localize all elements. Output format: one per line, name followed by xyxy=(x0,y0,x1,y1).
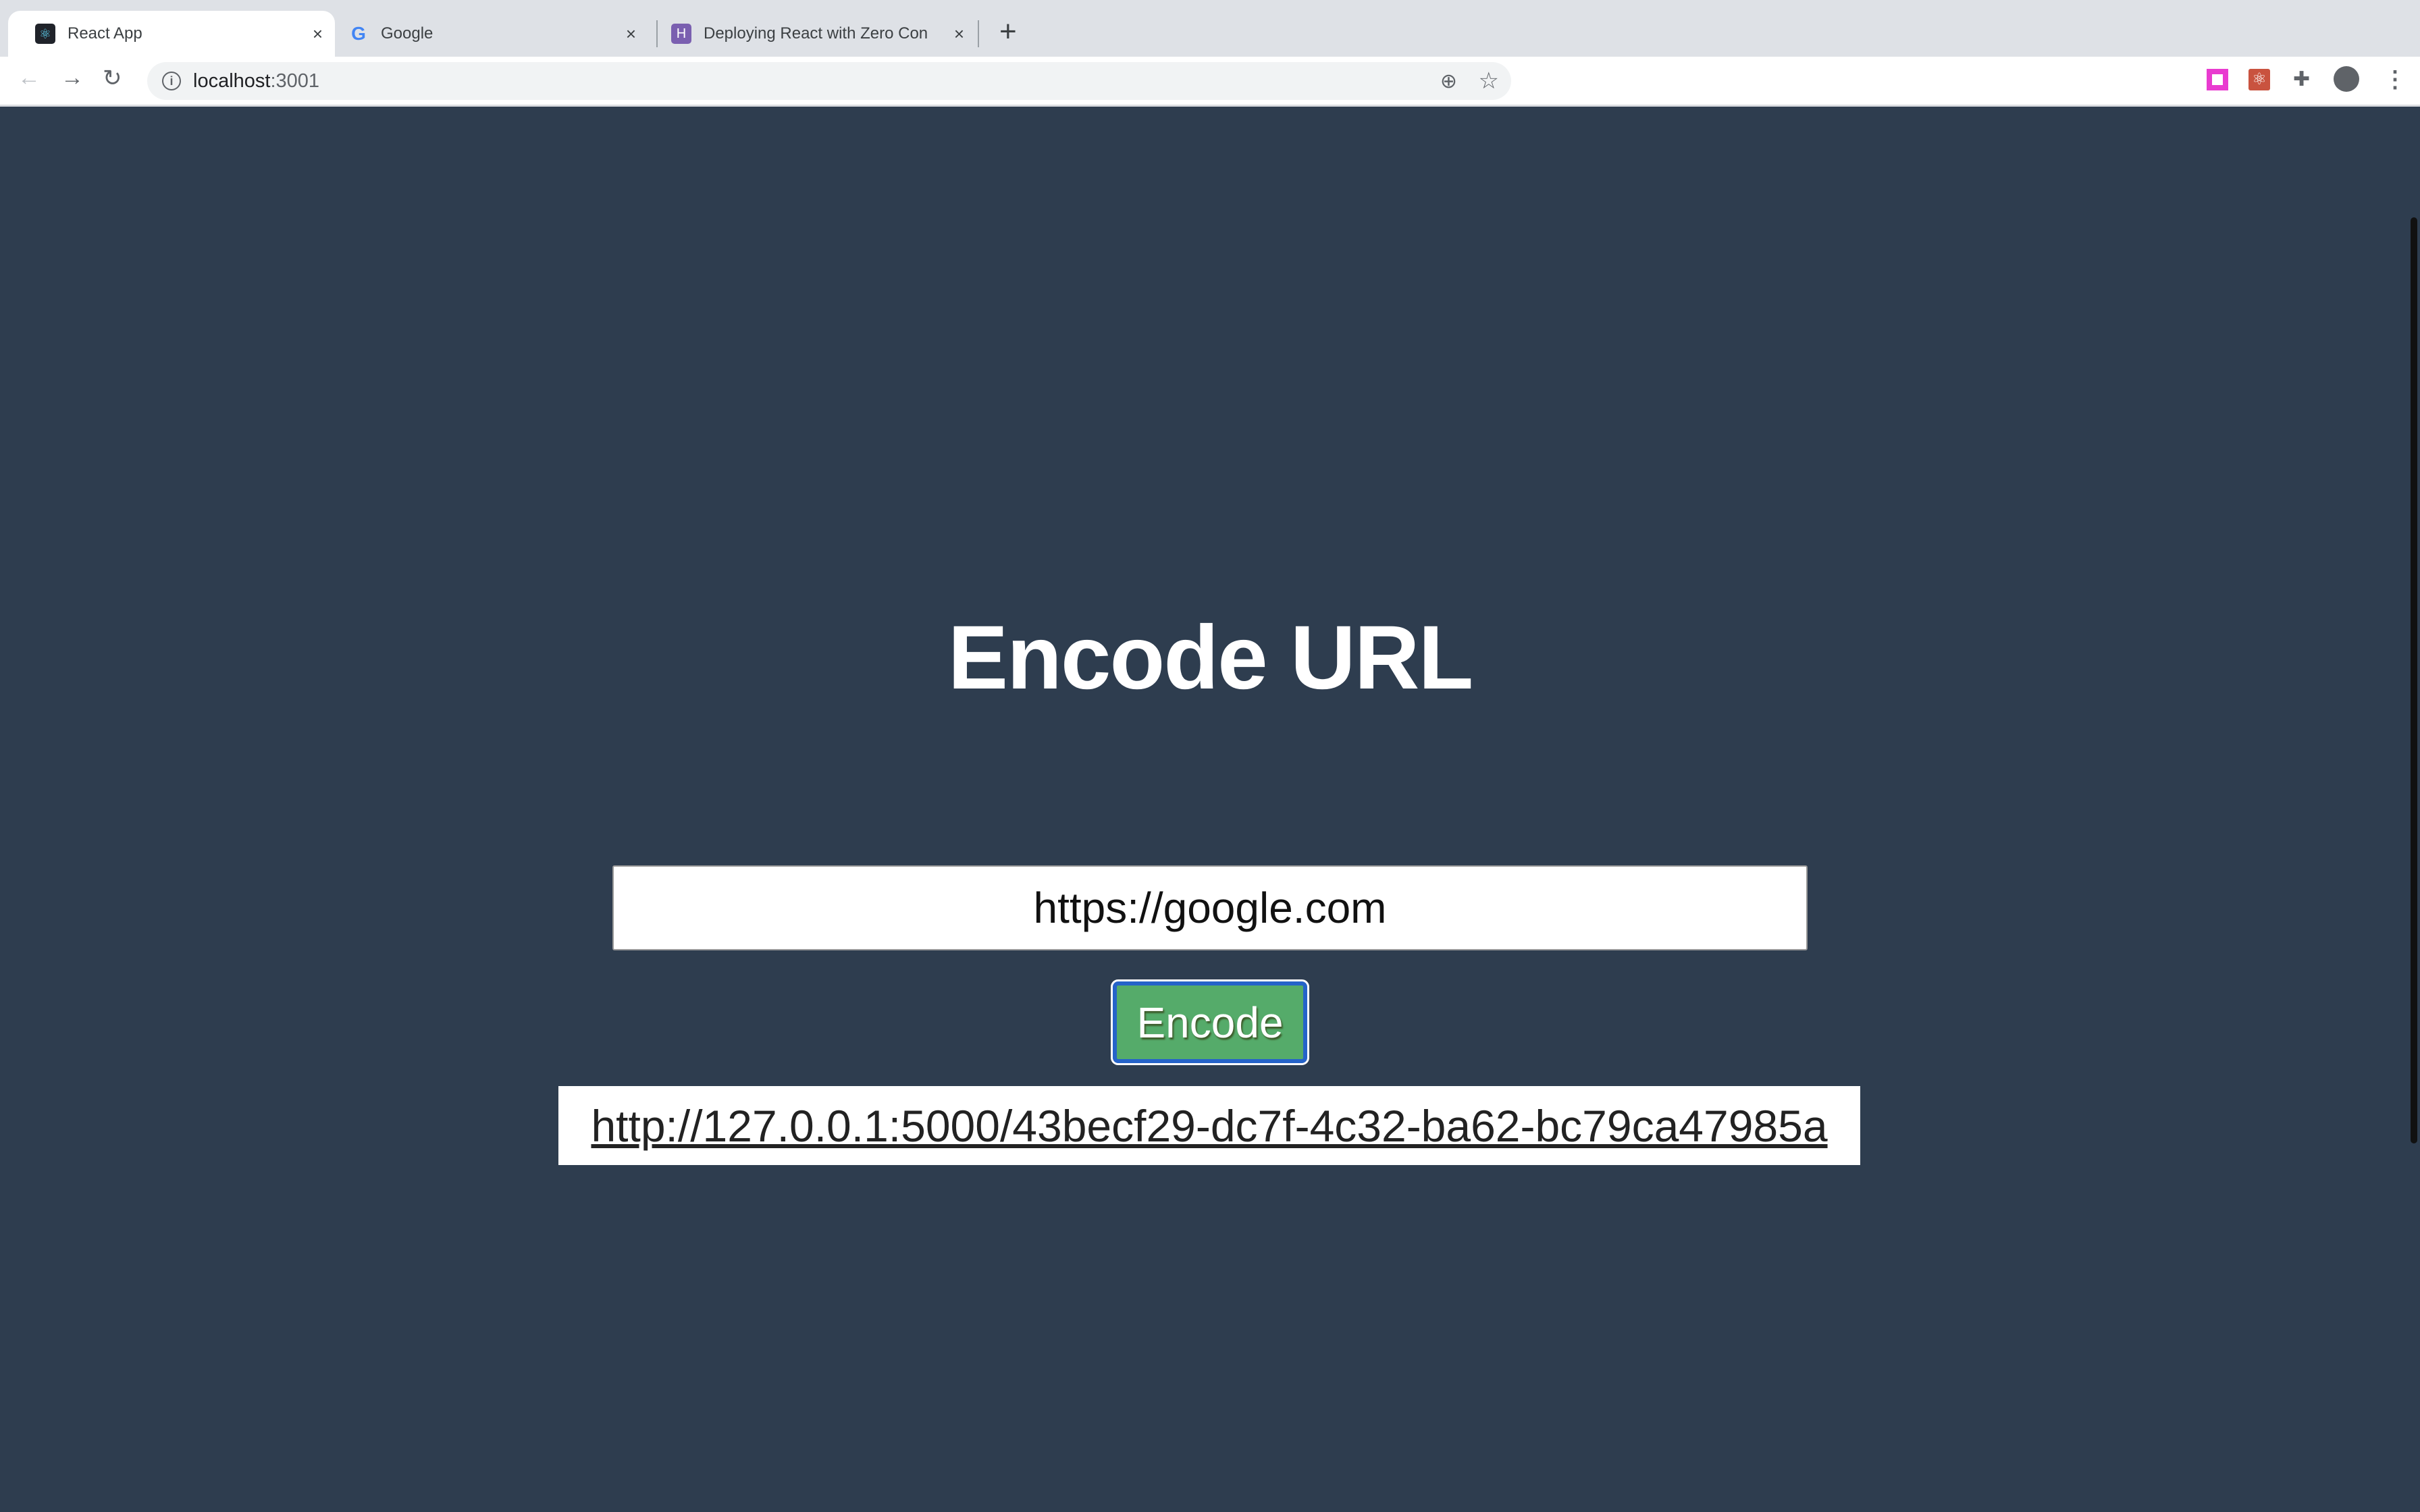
close-tab-icon[interactable]: × xyxy=(313,24,323,45)
back-icon[interactable]: ← xyxy=(18,65,41,91)
close-tab-icon[interactable]: × xyxy=(626,24,636,45)
app-page: Encode URL Encode http://127.0.0.1:5000/… xyxy=(0,107,2420,1512)
page-title: Encode URL xyxy=(947,608,1474,708)
bookmark-star-icon[interactable]: ☆ xyxy=(1479,68,1499,94)
tab-title: Deploying React with Zero Con xyxy=(704,24,928,43)
tab-strip: ⚛ React App × G Google × H Deploying Rea… xyxy=(0,0,2420,57)
menu-kebab-icon[interactable]: ⋮ xyxy=(2384,68,2406,91)
result-box: http://127.0.0.1:5000/43becf29-dc7f-4c32… xyxy=(558,1086,1860,1165)
tab-title: Google xyxy=(381,24,433,43)
zoom-icon[interactable]: ⊕ xyxy=(1440,70,1457,93)
forward-icon[interactable]: → xyxy=(61,65,84,91)
address-port: :3001 xyxy=(270,70,320,92)
react-icon: ⚛ xyxy=(35,24,55,44)
reload-icon[interactable]: ↻ xyxy=(103,65,122,92)
address-host: localhost xyxy=(193,70,271,92)
extensions-puzzle-icon[interactable]: ✚ xyxy=(2293,69,2315,90)
site-info-icon[interactable]: i xyxy=(162,72,181,90)
encoded-url-link[interactable]: http://127.0.0.1:5000/43becf29-dc7f-4c32… xyxy=(591,1100,1827,1152)
tab-google[interactable]: G Google × xyxy=(335,11,648,57)
address-bar[interactable]: i localhost:3001 ⊕ ☆ xyxy=(147,62,1511,100)
scrollbar[interactable] xyxy=(2406,107,2420,1512)
react-devtools-extension-icon[interactable]: ⚛ xyxy=(2248,69,2270,90)
google-icon: G xyxy=(351,23,366,44)
close-tab-icon[interactable]: × xyxy=(954,24,964,45)
browser-toolbar: ← → ↻ i localhost:3001 ⊕ ☆ ⚛ ✚ ⋮ xyxy=(0,57,2420,107)
encode-button[interactable]: Encode xyxy=(1111,979,1309,1065)
tab-deploying-react[interactable]: H Deploying React with Zero Con × xyxy=(658,11,976,57)
tab-title: React App xyxy=(68,24,142,43)
url-input[interactable] xyxy=(612,865,1808,950)
tab-react-app[interactable]: ⚛ React App × xyxy=(8,11,335,57)
extension-pink-square-icon[interactable] xyxy=(2207,69,2228,90)
new-tab-button[interactable]: + xyxy=(999,15,1017,49)
heroku-icon: H xyxy=(671,24,691,44)
scrollbar-thumb[interactable] xyxy=(2411,217,2417,1143)
tab-divider xyxy=(978,20,979,47)
profile-avatar-icon[interactable] xyxy=(2334,66,2359,92)
